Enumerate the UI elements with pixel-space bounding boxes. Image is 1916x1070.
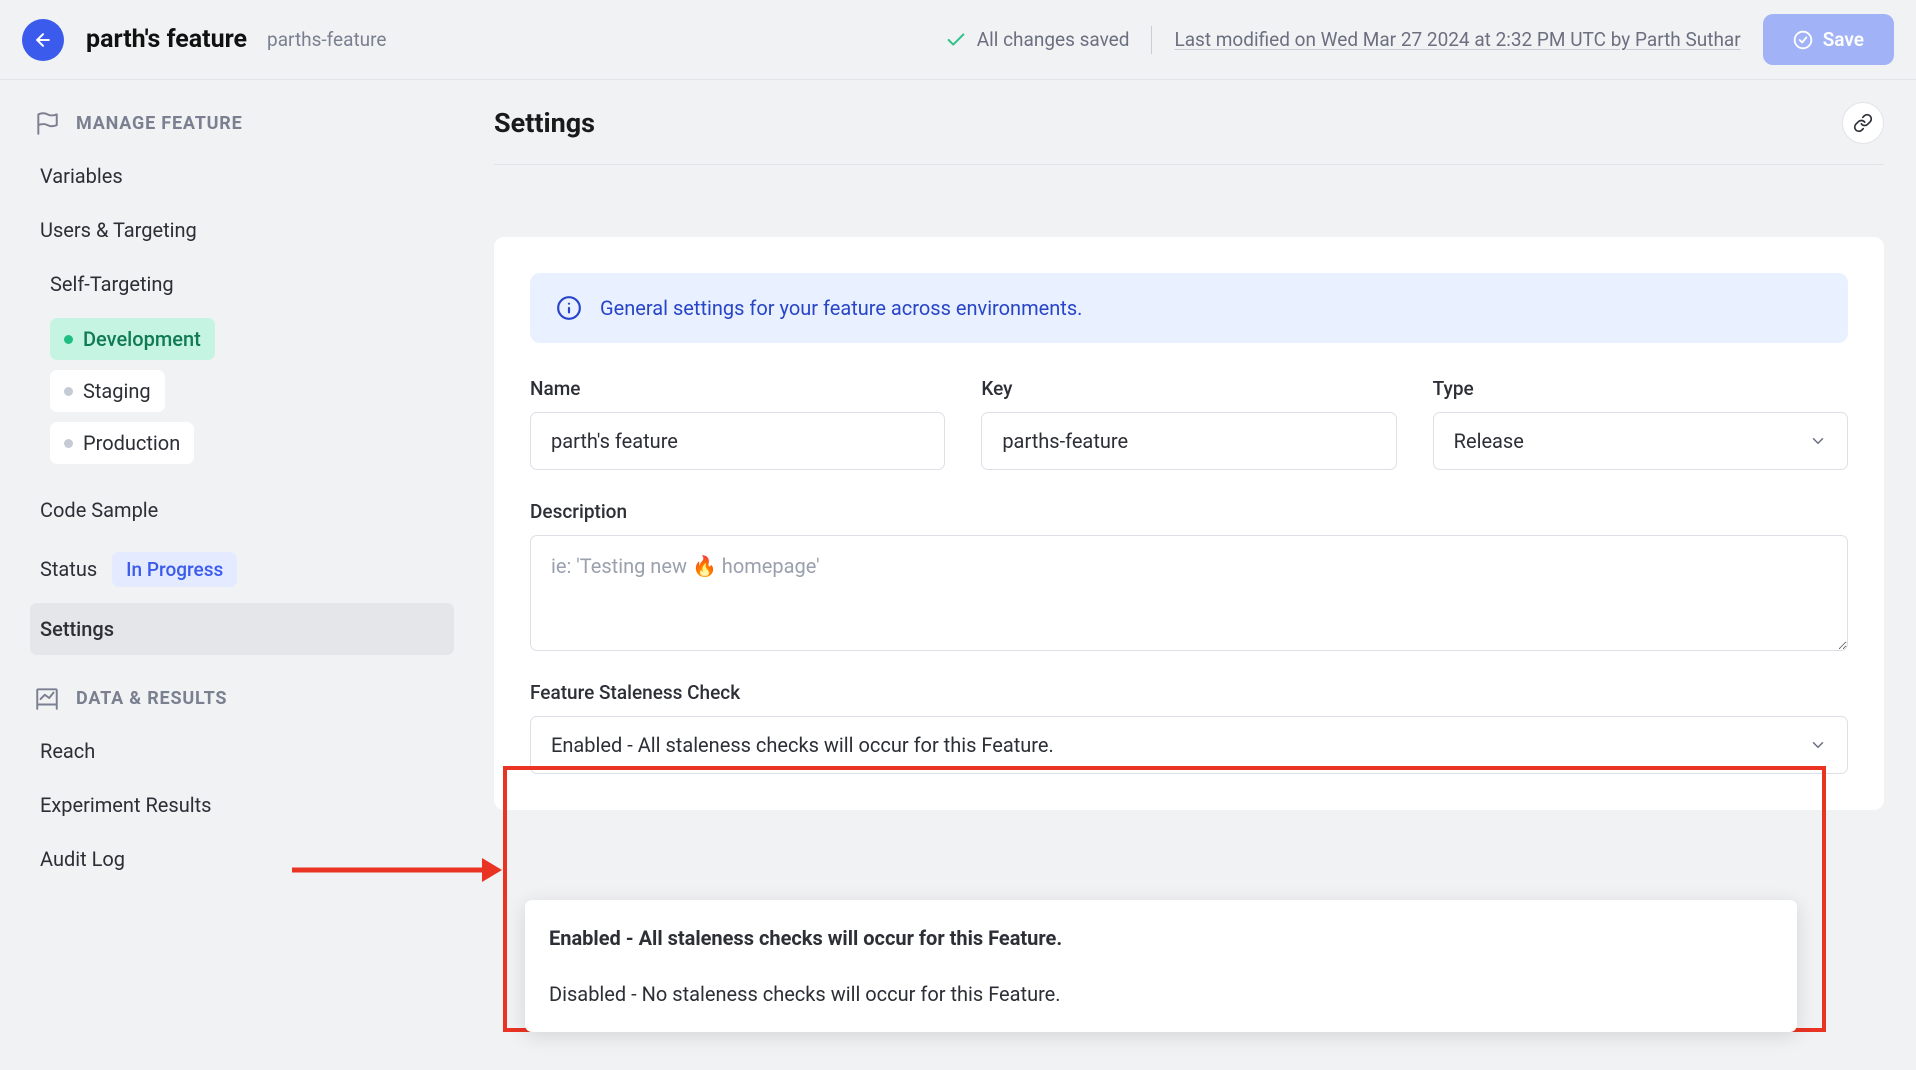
annotation-arrow-icon	[292, 850, 502, 890]
sidebar-item-settings[interactable]: Settings	[30, 603, 454, 655]
save-button[interactable]: Save	[1763, 14, 1894, 65]
name-input[interactable]	[530, 412, 945, 470]
chevron-down-icon	[1809, 432, 1827, 450]
staleness-label: Feature Staleness Check	[530, 681, 1848, 704]
status-dot-icon	[64, 387, 73, 396]
page-slug: parths-feature	[267, 28, 386, 51]
env-label: Production	[83, 431, 180, 455]
type-select[interactable]: Release	[1433, 412, 1848, 470]
staleness-dropdown-panel: Enabled - All staleness checks will occu…	[525, 900, 1797, 1032]
flag-icon	[34, 110, 60, 136]
env-pill-staging[interactable]: Staging	[50, 370, 165, 412]
sidebar-item-reach[interactable]: Reach	[30, 725, 454, 777]
check-icon	[945, 29, 967, 51]
last-modified[interactable]: Last modified on Wed Mar 27 2024 at 2:32…	[1174, 28, 1740, 51]
sidebar-item-users-targeting[interactable]: Users & Targeting	[30, 204, 454, 256]
back-button[interactable]	[22, 19, 64, 61]
sidebar-item-experiment-results[interactable]: Experiment Results	[30, 779, 454, 831]
page-title: parth's feature	[86, 25, 247, 54]
env-label: Development	[83, 327, 201, 351]
section-header-manage: MANAGE FEATURE	[30, 110, 454, 136]
chevron-down-icon	[1809, 736, 1827, 754]
staleness-select-value: Enabled - All staleness checks will occu…	[551, 733, 1054, 757]
content-area: Settings General settings for your featu…	[470, 80, 1916, 887]
env-pill-production[interactable]: Production	[50, 422, 194, 464]
divider	[1151, 26, 1152, 54]
saved-status: All changes saved	[945, 28, 1130, 51]
dropdown-option-disabled[interactable]: Disabled - No staleness checks will occu…	[525, 966, 1797, 1022]
info-banner-text: General settings for your feature across…	[600, 296, 1082, 320]
status-dot-icon	[64, 335, 73, 344]
key-label: Key	[981, 377, 1396, 400]
description-label: Description	[530, 500, 1848, 523]
sidebar: MANAGE FEATURE Variables Users & Targeti…	[0, 80, 470, 887]
settings-card: General settings for your feature across…	[494, 237, 1884, 810]
sidebar-item-code-sample[interactable]: Code Sample	[30, 484, 454, 536]
description-textarea[interactable]	[530, 535, 1848, 651]
sidebar-item-variables[interactable]: Variables	[30, 150, 454, 202]
content-title: Settings	[494, 107, 595, 139]
app-header: parth's feature parths-feature All chang…	[0, 0, 1916, 80]
sidebar-item-status[interactable]: Status In Progress	[30, 538, 454, 601]
staleness-select[interactable]: Enabled - All staleness checks will occu…	[530, 716, 1848, 774]
type-select-value: Release	[1454, 429, 1524, 453]
copy-link-button[interactable]	[1842, 102, 1884, 144]
key-input[interactable]	[981, 412, 1396, 470]
env-label: Staging	[83, 379, 151, 403]
type-label: Type	[1433, 377, 1848, 400]
dropdown-option-enabled[interactable]: Enabled - All staleness checks will occu…	[525, 910, 1797, 966]
status-badge: In Progress	[112, 552, 237, 587]
save-button-label: Save	[1823, 28, 1864, 51]
status-dot-icon	[64, 439, 73, 448]
env-pill-development[interactable]: Development	[50, 318, 215, 360]
sidebar-item-self-targeting[interactable]: Self-Targeting	[30, 258, 454, 310]
name-label: Name	[530, 377, 945, 400]
chart-icon	[34, 685, 60, 711]
check-circle-icon	[1793, 30, 1813, 50]
arrow-left-icon	[33, 30, 53, 50]
info-icon	[556, 295, 582, 321]
section-header-data: DATA & RESULTS	[30, 685, 454, 711]
saved-status-text: All changes saved	[977, 28, 1130, 51]
link-icon	[1853, 113, 1873, 133]
status-label: Status	[40, 557, 97, 581]
info-banner: General settings for your feature across…	[530, 273, 1848, 343]
